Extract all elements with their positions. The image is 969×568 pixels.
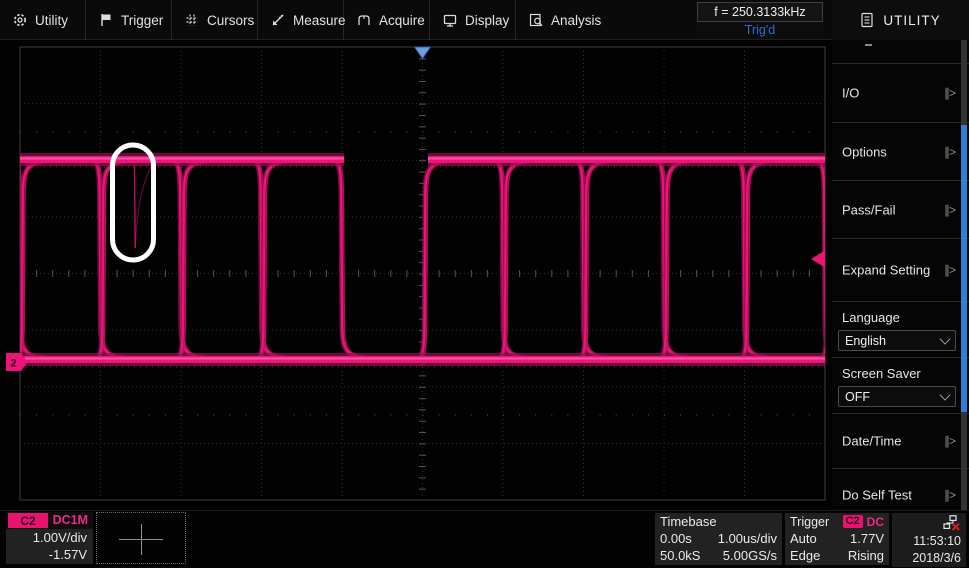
utility-panel-title: UTILITY — [883, 13, 940, 28]
display-icon — [442, 12, 458, 28]
trigger-coupling: DC — [867, 515, 884, 529]
trigger-level-marker[interactable] — [811, 251, 825, 268]
trigger-status: Trig'd — [697, 22, 823, 39]
utility-panel: I/O ∥> Options ∥> Pass/Fail ∥> Expand Se… — [832, 40, 969, 510]
panel-item-selftest[interactable]: Do Self Test ∥> — [832, 468, 969, 509]
submenu-arrow-icon: ∥> — [944, 86, 955, 100]
panel-item-expand-setting[interactable]: Expand Setting ∥> — [832, 238, 969, 301]
plus-icon — [141, 524, 142, 555]
menu-utility-label: Utility — [35, 13, 68, 28]
screensaver-select[interactable]: OFF — [838, 386, 956, 407]
channel2-marker-label: 2 — [11, 358, 17, 370]
submenu-arrow-icon: ∥> — [944, 488, 955, 502]
trigger-type: Edge — [790, 547, 820, 564]
menu-trigger[interactable]: Trigger — [86, 0, 172, 40]
clock-date: 2018/3/6 — [892, 550, 961, 567]
panel-scrolled-item — [832, 40, 969, 63]
panel-item-io-label: I/O — [842, 86, 859, 101]
timebase-samples: 50.0kS — [660, 547, 700, 564]
timebase-title: Timebase — [655, 513, 782, 530]
panel-item-datetime[interactable]: Date/Time ∥> — [832, 413, 969, 468]
language-value: English — [845, 334, 886, 348]
panel-item-language: Language English — [832, 301, 969, 357]
panel-item-options-label: Options — [842, 144, 887, 159]
panel-item-passfail-label: Pass/Fail — [842, 202, 895, 217]
panel-item-expand-setting-label: Expand Setting — [842, 263, 930, 278]
trigger-source-badge: C2 — [843, 515, 863, 528]
waveform-svg: 2 — [0, 40, 832, 510]
chevron-down-icon — [939, 389, 950, 400]
submenu-arrow-icon: ∥> — [944, 145, 955, 159]
trigger-level: 1.77V — [850, 530, 884, 547]
clock-time: 11:53:10 — [892, 533, 961, 550]
cursors-icon — [184, 12, 200, 28]
screensaver-label: Screen Saver — [842, 366, 921, 381]
menu-measure-label: Measure — [293, 13, 346, 28]
trigger-box[interactable]: Trigger C2 DC Auto 1.77V Edge Rising — [785, 513, 889, 565]
frequency-readout: f = 250.3133kHz Trig'd — [697, 2, 823, 39]
panel-item-selftest-label: Do Self Test — [842, 488, 912, 503]
menu-analysis-label: Analysis — [551, 13, 601, 28]
utility-panel-header: UTILITY — [832, 0, 969, 40]
menu-measure[interactable]: Measure — [258, 0, 344, 40]
submenu-arrow-icon: ∥> — [944, 434, 955, 448]
network-disconnected-icon[interactable] — [943, 515, 961, 531]
panel-item-io[interactable]: I/O ∥> — [832, 63, 969, 122]
timebase-box[interactable]: Timebase 0.00s 1.00us/div 50.0kS 5.00GS/… — [655, 513, 782, 565]
gear-icon — [12, 12, 28, 28]
screensaver-value: OFF — [845, 390, 870, 404]
analysis-icon — [528, 12, 544, 28]
menu-analysis[interactable]: Analysis — [516, 0, 602, 40]
submenu-arrow-icon: ∥> — [944, 203, 955, 217]
flag-icon — [98, 12, 114, 28]
panel-item-screensaver: Screen Saver OFF — [832, 357, 969, 413]
menu-acquire-label: Acquire — [379, 13, 425, 28]
channel2-scale: 1.00V/div — [6, 529, 93, 546]
menu-cursors[interactable]: Cursors — [172, 0, 258, 40]
trigger-position-marker[interactable] — [415, 47, 431, 59]
timebase-rate: 5.00GS/s — [723, 547, 777, 564]
chevron-down-icon — [939, 333, 950, 344]
panel-item-options[interactable]: Options ∥> — [832, 122, 969, 180]
menu-acquire[interactable]: Acquire — [344, 0, 430, 40]
waveform-trace — [14, 159, 832, 367]
panel-item-passfail[interactable]: Pass/Fail ∥> — [832, 180, 969, 238]
panel-scrollbar-thumb[interactable] — [961, 125, 967, 412]
measure-icon — [270, 12, 286, 28]
clock-box: 11:53:10 2018/3/6 — [892, 513, 966, 567]
menu-cursors-label: Cursors — [207, 13, 254, 28]
trigger-mode: Auto — [790, 530, 817, 547]
waveform-display-area[interactable]: 2 — [0, 40, 832, 510]
frequency-value: f = 250.3133kHz — [697, 2, 823, 22]
trigger-slope: Rising — [848, 547, 884, 564]
language-select[interactable]: English — [838, 330, 956, 351]
oscilloscope-screen: Utility Trigger Cursors — [0, 0, 969, 568]
clipboard-icon — [860, 12, 874, 28]
menu-display-label: Display — [465, 13, 509, 28]
language-label: Language — [842, 310, 900, 325]
menu-utility[interactable]: Utility — [0, 0, 86, 40]
add-channel-box[interactable] — [96, 512, 186, 564]
panel-item-datetime-label: Date/Time — [842, 434, 901, 449]
partial-item-dash — [865, 44, 872, 46]
timebase-scale: 1.00us/div — [718, 530, 777, 547]
submenu-arrow-icon: ∥> — [944, 263, 955, 277]
menu-display[interactable]: Display — [430, 0, 516, 40]
timebase-delay: 0.00s — [660, 530, 692, 547]
menu-trigger-label: Trigger — [121, 13, 163, 28]
channel2-coupling: DC1M — [53, 513, 88, 527]
acquire-icon — [356, 12, 372, 28]
status-bar: C2 DC1M 1.00V/div -1.57V Timebase 0.00s … — [0, 510, 969, 568]
channel2-badge: C2 — [8, 513, 48, 528]
channel2-offset: -1.57V — [6, 546, 93, 563]
trigger-title: Trigger — [790, 515, 829, 529]
channel2-info-box[interactable]: C2 DC1M 1.00V/div -1.57V — [6, 512, 93, 564]
panel-scrollbar-track[interactable] — [961, 40, 967, 510]
